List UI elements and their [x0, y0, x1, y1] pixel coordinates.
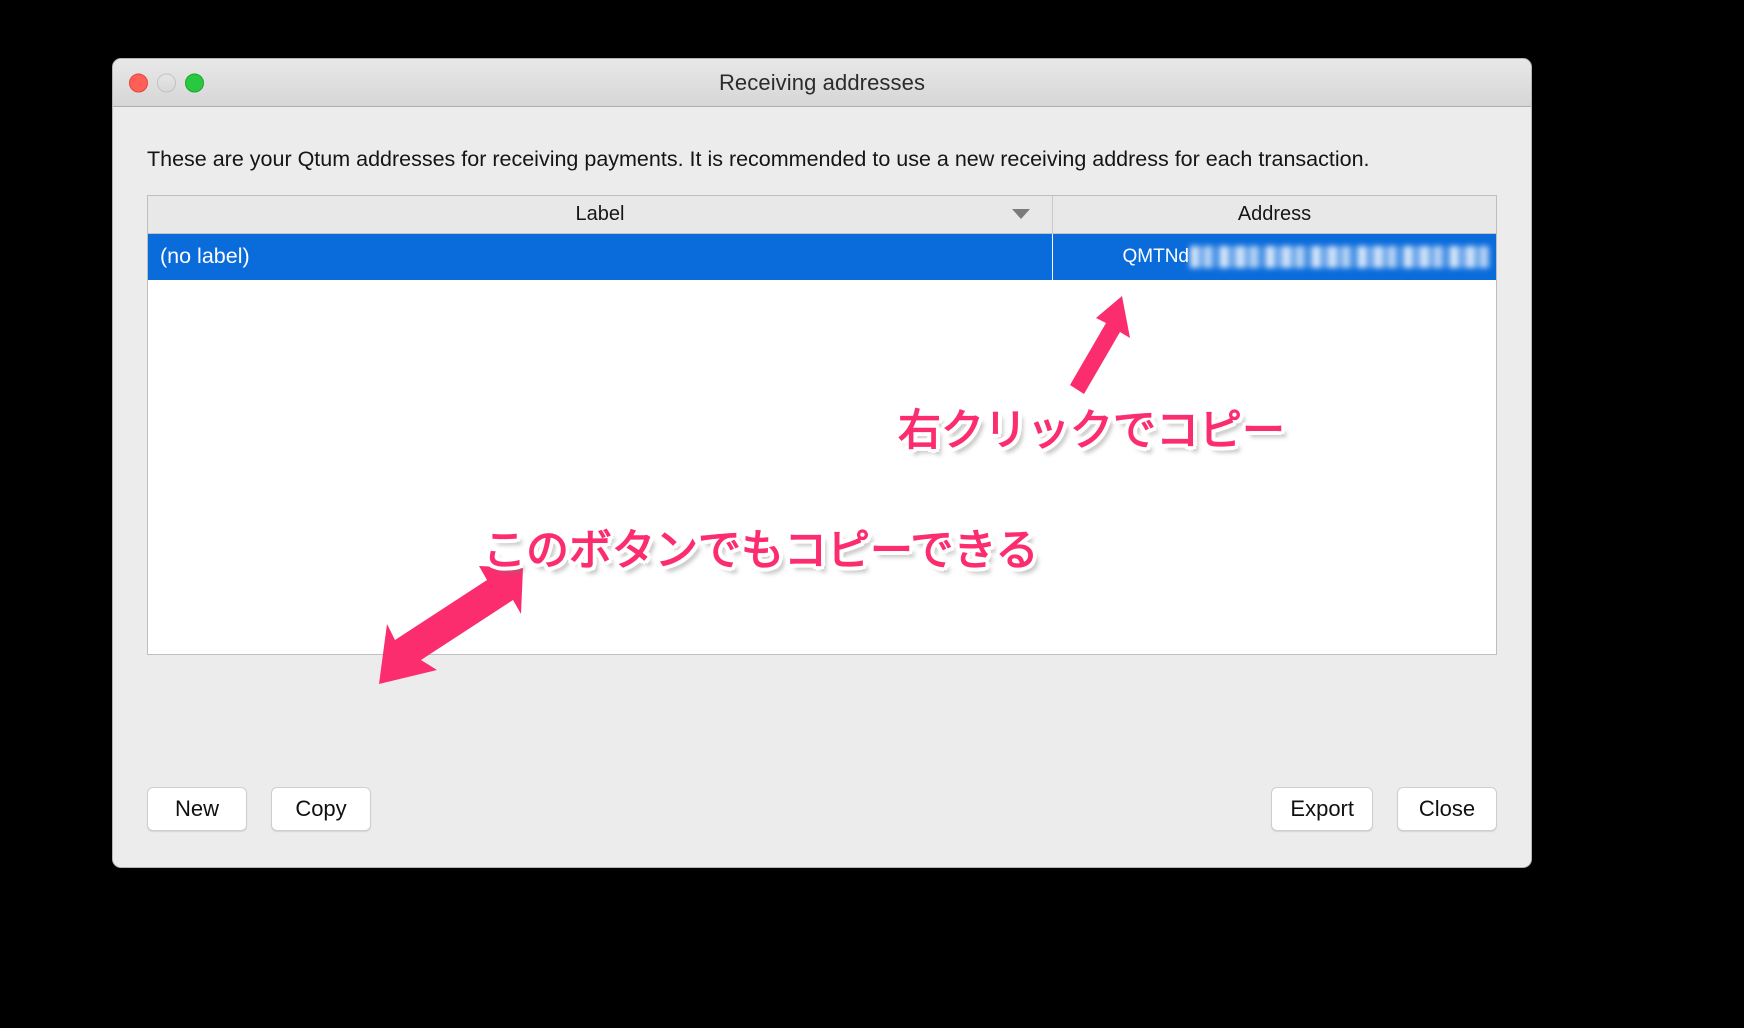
- cell-address[interactable]: QMTNd: [1053, 234, 1496, 280]
- screenshot-canvas: Receiving addresses These are your Qtum …: [0, 0, 1744, 1028]
- window-traffic-lights: [129, 73, 204, 92]
- annotation-right-click: 右クリックでコピー: [898, 406, 1285, 456]
- column-header-address[interactable]: Address: [1053, 196, 1496, 233]
- right-button-group: Export Close: [1271, 787, 1497, 831]
- column-header-address-text: Address: [1237, 202, 1312, 225]
- cell-label[interactable]: (no label): [148, 233, 1053, 280]
- window-body: These are your Qtum addresses for receiv…: [113, 107, 1531, 867]
- column-header-label-text: Label: [575, 202, 625, 225]
- new-button[interactable]: New: [147, 787, 247, 831]
- export-button[interactable]: Export: [1271, 787, 1373, 831]
- table-header-row: Label Address: [148, 195, 1496, 234]
- address-redacted-blur: [1190, 245, 1490, 268]
- address-visible-prefix: QMTNd: [1122, 245, 1190, 267]
- table-row[interactable]: (no label) QMTNd: [148, 233, 1496, 280]
- close-window-icon[interactable]: [129, 73, 148, 92]
- annotation-button-copy: このボタンでもコピーできる: [483, 526, 1039, 576]
- left-button-group: New Copy: [147, 787, 371, 831]
- window-titlebar[interactable]: Receiving addresses: [113, 59, 1531, 107]
- intro-text: These are your Qtum addresses for receiv…: [147, 147, 1370, 171]
- arrow-to-copy-button-icon: [379, 566, 523, 684]
- window-title: Receiving addresses: [718, 69, 926, 95]
- minimize-window-icon[interactable]: [157, 73, 176, 92]
- column-header-label[interactable]: Label: [148, 195, 1053, 233]
- arrow-to-address-icon: [1070, 296, 1130, 394]
- copy-button[interactable]: Copy: [271, 787, 371, 831]
- sort-descending-icon[interactable]: [1012, 209, 1030, 220]
- close-button[interactable]: Close: [1397, 787, 1497, 831]
- zoom-window-icon[interactable]: [185, 73, 204, 92]
- receiving-addresses-window: Receiving addresses These are your Qtum …: [112, 58, 1532, 868]
- dialog-button-bar: New Copy Export Close: [147, 787, 1497, 831]
- addresses-table[interactable]: Label Address (no label) QMTNd: [147, 194, 1497, 655]
